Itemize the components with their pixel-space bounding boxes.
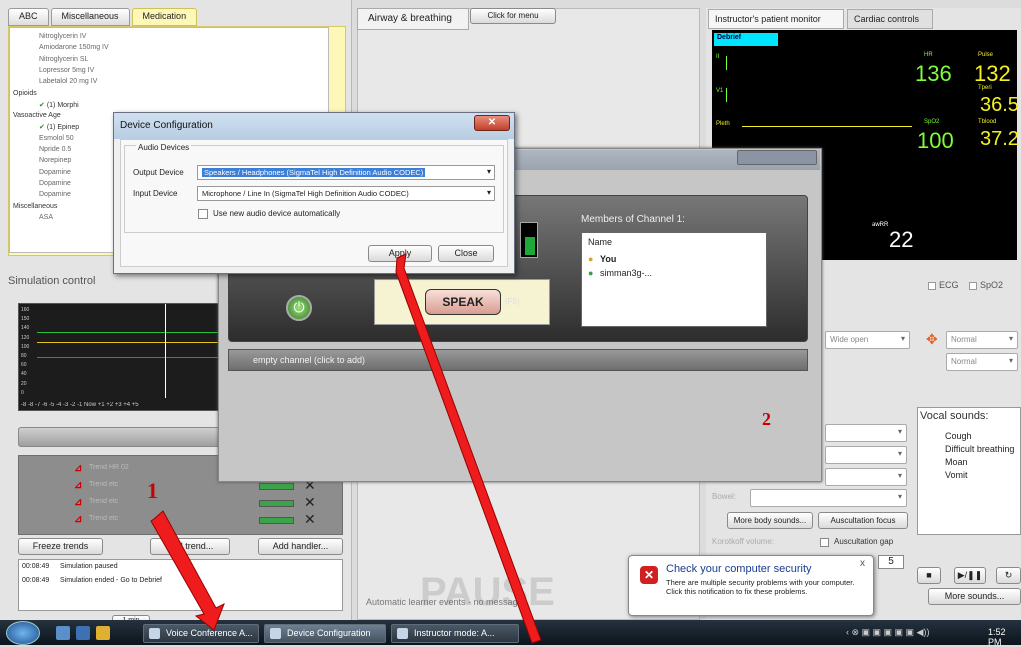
arrow-1-icon: [150, 510, 225, 631]
annotation-1: 1: [147, 478, 158, 503]
arrow-2-icon: [395, 253, 542, 644]
annotation-arrows: [150, 253, 542, 644]
